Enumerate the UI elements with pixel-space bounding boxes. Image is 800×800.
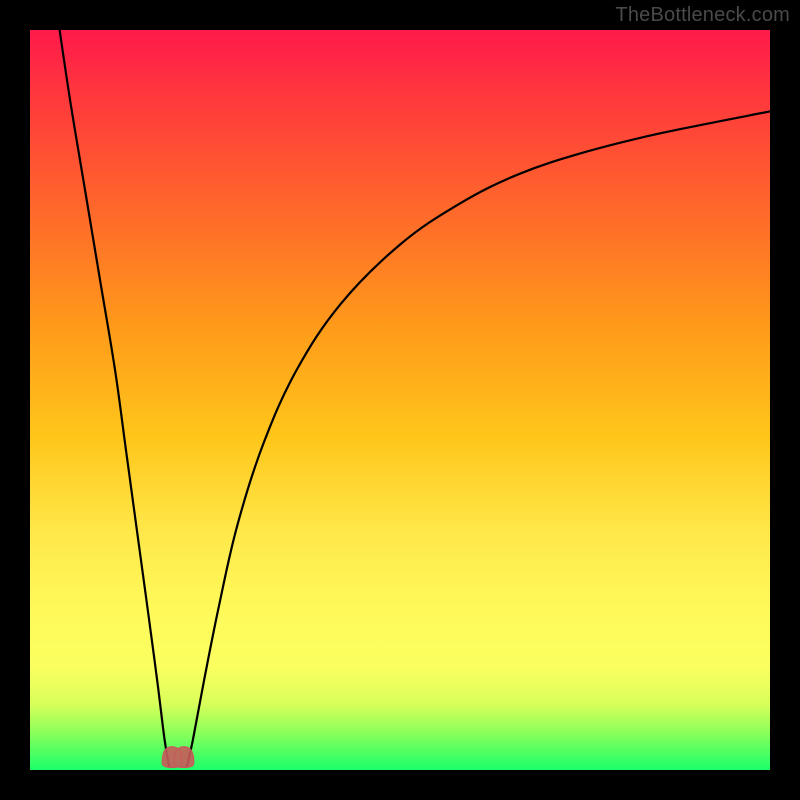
bottom-lobes-marker	[162, 747, 194, 768]
plot-area	[30, 30, 770, 770]
curve-left-branch	[60, 30, 170, 766]
curve-right-branch	[187, 111, 770, 766]
curve-layer	[30, 30, 770, 770]
chart-frame: TheBottleneck.com	[0, 0, 800, 800]
watermark-text: TheBottleneck.com	[615, 4, 790, 27]
